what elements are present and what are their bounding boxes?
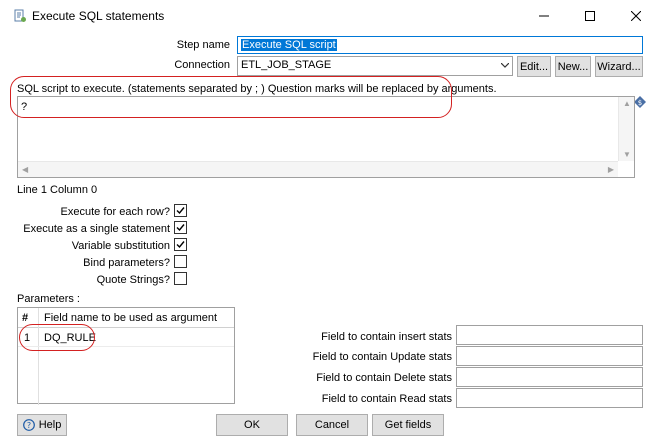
step-name-label: Step name (176, 39, 230, 51)
cursor-position: Line 1 Column 0 (17, 184, 98, 196)
connection-label: Connection (174, 59, 230, 71)
check-icon (176, 241, 185, 249)
check-icon (176, 224, 185, 232)
option-label-execute-each-row: Execute for each row? (60, 206, 170, 218)
step-name-input[interactable]: Execute SQL script (237, 36, 643, 54)
connection-value: ETL_JOB_STAGE (241, 59, 332, 71)
variable-icon[interactable]: $ (634, 96, 646, 108)
scroll-up-icon[interactable]: ▲ (623, 99, 631, 108)
scroll-down-icon[interactable]: ▼ (623, 150, 631, 159)
quote-strings-checkbox[interactable] (174, 272, 187, 285)
cancel-button[interactable]: Cancel (296, 414, 368, 436)
insert-stats-input[interactable] (456, 325, 643, 345)
column-header-field: Field name to be used as argument (44, 312, 218, 324)
connection-select[interactable]: ETL_JOB_STAGE (237, 56, 513, 76)
svg-text:?: ? (27, 421, 31, 430)
insert-stats-label: Field to contain insert stats (321, 331, 452, 343)
maximize-icon (585, 11, 595, 21)
parameters-label: Parameters : (17, 293, 80, 305)
execute-each-row-checkbox[interactable] (174, 204, 187, 217)
get-fields-button[interactable]: Get fields (372, 414, 444, 436)
help-icon: ? (22, 419, 35, 431)
column-divider (38, 308, 39, 405)
update-stats-label: Field to contain Update stats (312, 351, 452, 363)
title-bar: Execute SQL statements (0, 0, 659, 32)
single-statement-checkbox[interactable] (174, 221, 187, 234)
variable-substitution-checkbox[interactable] (174, 238, 187, 251)
help-button[interactable]: ? Help (17, 414, 67, 436)
horizontal-scrollbar[interactable]: ◀ ▶ (18, 161, 618, 177)
read-stats-input[interactable] (456, 388, 643, 408)
new-connection-button[interactable]: New... (555, 56, 591, 77)
help-label: Help (38, 419, 62, 431)
bind-parameters-checkbox[interactable] (174, 255, 187, 268)
scroll-left-icon[interactable]: ◀ (22, 165, 28, 174)
svg-text:$: $ (638, 99, 642, 107)
parameters-table[interactable]: # Field name to be used as argument 1 DQ… (17, 307, 235, 405)
close-icon (631, 11, 641, 21)
read-stats-label: Field to contain Read stats (321, 393, 452, 405)
delete-stats-label: Field to contain Delete stats (316, 372, 452, 384)
edit-connection-button[interactable]: Edit... (517, 56, 551, 77)
option-label-quote-strings: Quote Strings? (96, 274, 170, 286)
column-header-number: # (22, 312, 29, 324)
vertical-scrollbar[interactable]: ▲ ▼ (618, 97, 634, 161)
chevron-down-icon (501, 63, 509, 68)
annotation-oval-parameter (19, 324, 95, 351)
option-label-variable-substitution: Variable substitution (71, 240, 170, 252)
minimize-button[interactable] (521, 0, 567, 32)
scroll-right-icon[interactable]: ▶ (608, 165, 614, 174)
update-stats-input[interactable] (456, 346, 643, 366)
close-button[interactable] (613, 0, 659, 32)
ok-button[interactable]: OK (216, 414, 288, 436)
step-name-value: Execute SQL script (241, 39, 337, 51)
annotation-oval-sql (10, 76, 452, 118)
delete-stats-input[interactable] (456, 367, 643, 387)
maximize-button[interactable] (567, 0, 613, 32)
sql-script-icon (14, 9, 26, 22)
check-icon (176, 207, 185, 215)
option-label-bind-parameters: Bind parameters? (83, 257, 170, 269)
minimize-icon (539, 15, 549, 17)
wizard-button[interactable]: Wizard... (595, 56, 643, 77)
window-title: Execute SQL statements (32, 9, 165, 23)
option-label-single-statement: Execute as a single statement (23, 223, 170, 235)
